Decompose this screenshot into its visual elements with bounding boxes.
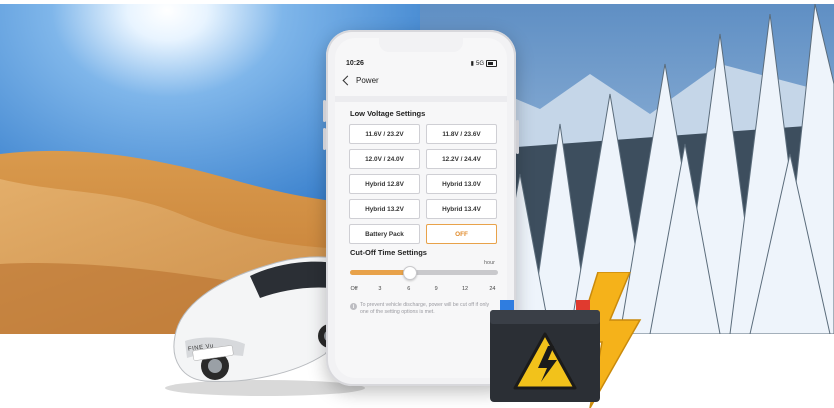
power-button (516, 120, 519, 154)
voltage-option[interactable]: Hybrid 13.0V (426, 174, 497, 194)
low-voltage-options: 11.6V / 23.2V 11.8V / 23.6V 12.0V / 24.0… (349, 124, 497, 244)
cutoff-note: To prevent vehicle discharge, power will… (360, 302, 490, 315)
voltage-option[interactable]: 12.2V / 24.4V (426, 149, 497, 169)
nav-bar: Power (342, 75, 379, 86)
page-title: Power (356, 76, 379, 85)
section-divider (335, 96, 507, 102)
cutoff-title: Cut-Off Time Settings (350, 248, 427, 257)
slider-ticks: Off 3 6 9 12 24 (348, 286, 500, 294)
volume-button (323, 100, 326, 122)
battery-illustration (490, 272, 642, 408)
status-indicators: ▮ 5G (471, 60, 497, 67)
network-label: 5G (475, 60, 484, 67)
voltage-option[interactable]: Battery Pack (349, 224, 420, 244)
voltage-option[interactable]: Hybrid 13.2V (349, 199, 420, 219)
tick-label: 3 (378, 286, 382, 292)
voltage-option[interactable]: 12.0V / 24.0V (349, 149, 420, 169)
unit-label: hour (483, 260, 495, 266)
voltage-option[interactable]: Hybrid 13.4V (426, 199, 497, 219)
voltage-option-off[interactable]: OFF (426, 224, 497, 244)
tick-label: 12 (461, 286, 469, 292)
info-icon: i (350, 303, 357, 310)
voltage-option[interactable]: 11.8V / 23.6V (426, 124, 497, 144)
voltage-option[interactable]: Hybrid 12.8V (349, 174, 420, 194)
volume-button (323, 128, 326, 150)
tick-label: 6 (407, 286, 411, 292)
tick-label: 9 (434, 286, 438, 292)
status-time: 10:26 (346, 60, 364, 67)
back-chevron-icon[interactable] (342, 75, 353, 86)
low-voltage-title: Low Voltage Settings (350, 109, 426, 118)
battery-icon (486, 60, 497, 67)
hero-banner: FINE Vu 10:26 ▮ 5G Power Low Voltage Set… (0, 0, 834, 408)
tick-label: Off (350, 286, 358, 292)
slider-thumb[interactable] (403, 266, 418, 280)
signal-icon: ▮ (470, 61, 474, 67)
slider-fill (350, 270, 410, 275)
voltage-option[interactable]: 11.6V / 23.2V (349, 124, 420, 144)
cutoff-slider[interactable] (350, 266, 498, 280)
phone-notch (379, 38, 463, 52)
